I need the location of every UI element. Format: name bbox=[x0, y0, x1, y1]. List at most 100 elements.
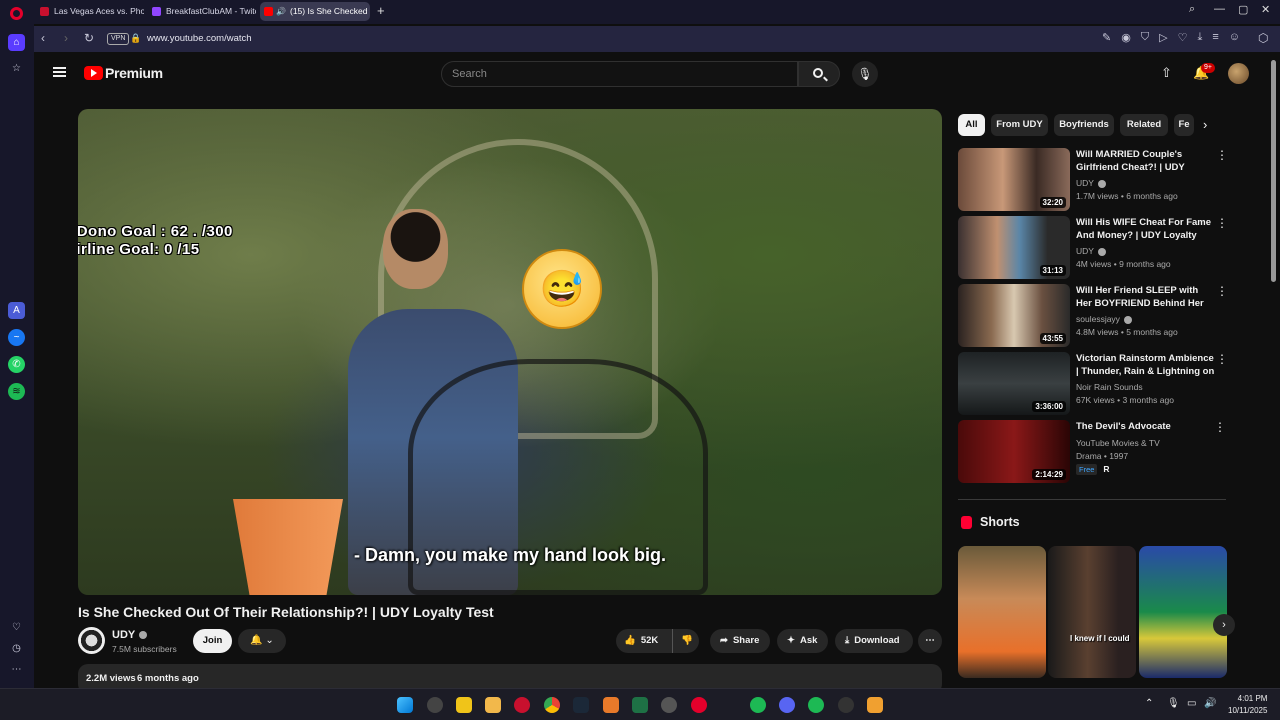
account-avatar[interactable] bbox=[1228, 63, 1249, 84]
recommendation-channel[interactable]: Noir Rain Sounds bbox=[1076, 382, 1143, 392]
short-thumbnail[interactable]: I knew if I could bbox=[1048, 546, 1136, 678]
more-icon[interactable]: ⋯ bbox=[8, 661, 25, 678]
windows-start-icon[interactable] bbox=[397, 697, 413, 713]
discord-icon[interactable] bbox=[779, 697, 795, 713]
volume-icon[interactable]: 🔊 bbox=[1204, 698, 1216, 709]
recommendation-title[interactable]: Will His WIFE Cheat For Fame And Money? … bbox=[1076, 216, 1216, 242]
recommendation-item[interactable]: 32:20 Will MARRIED Couple's Girlfriend C… bbox=[958, 148, 1228, 212]
voice-search-icon[interactable]: 🎙 bbox=[852, 61, 878, 87]
shorts-next-button[interactable]: › bbox=[1213, 614, 1235, 636]
more-vertical-icon[interactable]: ⋮ bbox=[1214, 420, 1226, 434]
heart-icon[interactable]: ♡ bbox=[1178, 31, 1188, 44]
recommendation-item[interactable]: 2:14:29 The Devil's Advocate YouTube Mov… bbox=[958, 420, 1228, 484]
recommendation-title[interactable]: Will Her Friend SLEEP with Her BOYFRIEND… bbox=[1076, 284, 1216, 310]
recommendation-channel[interactable]: YouTube Movies & TV bbox=[1076, 438, 1160, 448]
new-tab-button[interactable]: + bbox=[377, 3, 385, 19]
upload-icon[interactable]: ⇧ bbox=[1161, 65, 1172, 81]
play-icon[interactable]: ▷ bbox=[1159, 31, 1167, 44]
chevron-right-icon[interactable]: › bbox=[1203, 117, 1207, 132]
opera-logo-icon[interactable] bbox=[10, 7, 23, 20]
tab-las-vegas-aces[interactable]: Las Vegas Aces vs. Phoeni bbox=[36, 2, 144, 21]
search-input[interactable]: Search bbox=[441, 61, 798, 87]
youtube-logo-icon[interactable] bbox=[84, 66, 103, 80]
app-tray-icon[interactable] bbox=[867, 697, 883, 713]
video-player[interactable]: 😅 Hairline Dono Goal : 62 . /300 Daily H… bbox=[78, 109, 942, 595]
recommendation-title[interactable]: The Devil's Advocate bbox=[1076, 420, 1216, 433]
like-button[interactable]: 👍 52K bbox=[624, 629, 658, 653]
more-actions-button[interactable]: ⋯ bbox=[918, 629, 942, 653]
heart-icon[interactable]: ♡ bbox=[8, 619, 25, 636]
maximize-icon[interactable]: ▢ bbox=[1238, 3, 1248, 16]
camera-icon[interactable]: ◉ bbox=[1121, 31, 1131, 44]
chevron-up-icon[interactable]: ⌃ bbox=[1145, 698, 1153, 709]
download-button[interactable]: ⤓ Download bbox=[835, 629, 913, 653]
short-thumbnail[interactable] bbox=[958, 546, 1046, 678]
subscription-bell-button[interactable]: 🔔 ⌄ bbox=[238, 629, 286, 653]
chip-fe[interactable]: Fe bbox=[1174, 114, 1194, 136]
recommendation-channel[interactable]: UDY bbox=[1076, 178, 1106, 188]
tab-youtube-active[interactable]: 🔊 (15) Is She Checked O bbox=[260, 2, 370, 21]
recommendation-channel[interactable]: UDY bbox=[1076, 246, 1106, 256]
file-explorer-icon[interactable] bbox=[485, 697, 501, 713]
extensions-icon[interactable]: ⬡ bbox=[1258, 31, 1268, 45]
more-vertical-icon[interactable]: ⋮ bbox=[1216, 352, 1228, 366]
chip-all[interactable]: All bbox=[958, 114, 985, 136]
video-thumbnail[interactable]: 43:55 bbox=[958, 284, 1070, 347]
star-icon[interactable]: ☆ bbox=[8, 60, 25, 77]
aria-icon[interactable]: A bbox=[8, 302, 25, 319]
task-view-icon[interactable] bbox=[427, 697, 443, 713]
ask-button[interactable]: ✦ Ask bbox=[777, 629, 828, 653]
settings-gear-icon[interactable] bbox=[661, 697, 677, 713]
video-thumbnail[interactable]: 31:13 bbox=[958, 216, 1070, 279]
recommendation-title[interactable]: Will MARRIED Couple's Girlfriend Cheat?!… bbox=[1076, 148, 1216, 174]
opera-gx-icon[interactable] bbox=[514, 697, 530, 713]
search-tabs-icon[interactable]: ⌕ bbox=[1189, 3, 1195, 16]
microphone-icon[interactable]: 🎙 bbox=[1167, 698, 1180, 709]
widgets-icon[interactable] bbox=[456, 697, 472, 713]
page-scrollbar[interactable] bbox=[1271, 60, 1276, 282]
history-icon[interactable]: ◷ bbox=[8, 640, 25, 657]
network-icon[interactable]: ▭ bbox=[1187, 698, 1196, 709]
dislike-button[interactable]: 👎 bbox=[672, 629, 693, 653]
channel-avatar[interactable] bbox=[78, 627, 105, 654]
download-icon[interactable]: ⤓ bbox=[1197, 31, 1202, 44]
chip-from-udy[interactable]: From UDY bbox=[991, 114, 1048, 136]
video-thumbnail[interactable]: 32:20 bbox=[958, 148, 1070, 211]
whatsapp-icon[interactable]: ✆ bbox=[8, 356, 25, 373]
more-vertical-icon[interactable]: ⋮ bbox=[1216, 216, 1228, 230]
recommendation-title[interactable]: Victorian Rainstorm Ambience | Thunder, … bbox=[1076, 352, 1216, 378]
shield-icon[interactable]: ⛉ bbox=[1141, 31, 1149, 44]
back-icon[interactable]: ‹ bbox=[41, 31, 45, 45]
share-button[interactable]: ➦ Share bbox=[710, 629, 770, 653]
more-vertical-icon[interactable]: ⋮ bbox=[1216, 284, 1228, 298]
video-thumbnail[interactable]: 3:36:00 bbox=[958, 352, 1070, 415]
game-icon[interactable] bbox=[750, 697, 766, 713]
channel-name[interactable]: UDY bbox=[112, 629, 148, 641]
messenger-icon[interactable]: ~ bbox=[8, 329, 25, 346]
chip-related[interactable]: Related bbox=[1120, 114, 1168, 136]
search-button[interactable] bbox=[798, 61, 840, 87]
hamburger-menu-icon[interactable] bbox=[53, 67, 66, 77]
system-clock[interactable]: 4:01 PM 10/11/2025 bbox=[1228, 693, 1267, 717]
profile-icon[interactable]: ☺ bbox=[1229, 31, 1240, 44]
close-icon[interactable]: ✕ bbox=[1261, 3, 1270, 16]
4k-downloader-icon[interactable] bbox=[838, 697, 854, 713]
menu-icon[interactable]: ≡ bbox=[1212, 31, 1218, 44]
chrome-icon[interactable] bbox=[544, 697, 560, 713]
edit-icon[interactable]: ✎ bbox=[1102, 31, 1111, 44]
recommendation-channel[interactable]: soulessjayy bbox=[1076, 314, 1132, 324]
tab-twitch[interactable]: BreakfastClubAM - Twitch bbox=[148, 2, 256, 21]
vpn-badge[interactable]: VPN bbox=[107, 33, 130, 45]
xbox-icon[interactable] bbox=[632, 697, 648, 713]
speaker-icon[interactable]: 🔊 bbox=[276, 2, 286, 21]
chip-boyfriends[interactable]: Boyfriends bbox=[1054, 114, 1114, 136]
short-thumbnail[interactable] bbox=[1139, 546, 1227, 678]
recommendation-item[interactable]: 31:13 Will His WIFE Cheat For Fame And M… bbox=[958, 216, 1228, 280]
movie-poster[interactable]: 2:14:29 bbox=[958, 420, 1070, 483]
join-button[interactable]: Join bbox=[193, 629, 232, 653]
recommendation-item[interactable]: 43:55 Will Her Friend SLEEP with Her BOY… bbox=[958, 284, 1228, 348]
reload-icon[interactable]: ↻ bbox=[84, 31, 94, 45]
steam-icon[interactable] bbox=[573, 697, 589, 713]
lock-icon[interactable]: 🔒 bbox=[130, 33, 141, 44]
minimize-icon[interactable]: — bbox=[1214, 3, 1225, 15]
